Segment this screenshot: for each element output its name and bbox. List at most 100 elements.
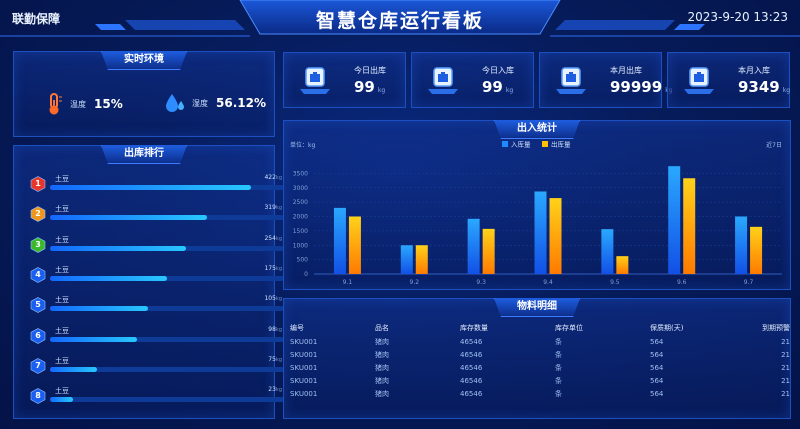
- y-tick-label: 2500: [293, 199, 308, 206]
- table-cell: 564: [650, 350, 664, 359]
- table-cell: 猪肉: [375, 337, 389, 346]
- stat-label: 本月入库: [738, 66, 770, 75]
- environment-panel: 实时环境 温度 15% 湿度 56.12%: [13, 51, 275, 137]
- humidity-reading: 湿度 56.12%: [164, 92, 266, 114]
- rank-number: 2: [35, 209, 41, 219]
- table-column-header: 品名: [375, 324, 389, 332]
- ranking-row: 1 土豆 422kg: [30, 174, 284, 200]
- table-column-header: 到期预警: [762, 324, 790, 332]
- rank-value-number: 105: [264, 295, 276, 303]
- rank-value-number: 75: [268, 355, 276, 363]
- rank-badge: 5: [30, 297, 46, 314]
- table-cell: SKU001: [290, 376, 318, 385]
- rank-value-unit: kg: [275, 265, 282, 272]
- rank-badge: 6: [30, 327, 46, 344]
- humidity-label: 湿度: [192, 98, 208, 108]
- warehouse-box-icon: [300, 67, 330, 94]
- rank-progress-fill: [50, 336, 137, 342]
- inbound-bar: [333, 207, 346, 274]
- stat-value: 99 kg: [482, 78, 513, 96]
- rank-item-value: 319kg: [264, 204, 282, 211]
- stat-card: 今日出库 99 kg: [283, 52, 406, 108]
- stat-value: 99 kg: [354, 78, 385, 96]
- stat-number: 99: [482, 78, 503, 96]
- table-cell: 21: [781, 376, 790, 385]
- rank-progress-fill: [50, 275, 167, 281]
- outbound-bar: [482, 228, 495, 274]
- y-tick-label: 3000: [293, 185, 308, 192]
- stat-number: 99999: [610, 78, 663, 96]
- rank-item-value: 254kg: [264, 235, 282, 242]
- table-cell: 564: [650, 376, 664, 385]
- temperature-reading: 温度 15%: [44, 92, 123, 116]
- table-row: SKU001 猪肉 46546 条 564 21: [290, 335, 790, 348]
- table-cell: 46546: [460, 363, 483, 372]
- table-row: SKU001 猪肉 46546 条 564 21: [290, 387, 790, 400]
- rank-badge: 4: [30, 267, 46, 283]
- rank-value-unit: kg: [275, 205, 282, 212]
- table-cell: 21: [781, 389, 790, 398]
- table-row: SKU001 猪肉 46546 条 564 21: [290, 348, 790, 361]
- table-column-header: 编号: [290, 324, 304, 332]
- rank-badge: 7: [30, 357, 46, 374]
- materials-panel: 物料明细 编号 品名 库存数量 库存单位 保质期(天) 到期预警 SKU001 猪肉 4654…: [283, 298, 791, 419]
- ranking-row: 3 土豆 254kg: [30, 235, 284, 261]
- rank-value-number: 254: [264, 234, 276, 242]
- rank-item-value: 98kg: [268, 326, 282, 333]
- rank-value-number: 319: [264, 204, 276, 212]
- outbound-bar: [750, 226, 763, 274]
- y-tick-label: 2000: [293, 214, 308, 221]
- table-cell: 猪肉: [375, 350, 389, 359]
- rank-item-name: 土豆: [55, 265, 69, 274]
- rank-value-number: 23: [268, 386, 276, 394]
- rank-item-name: 土豆: [55, 356, 69, 365]
- stat-label: 今日出库: [354, 66, 386, 75]
- legend-label: 入库量: [511, 140, 531, 149]
- rank-progress-fill: [50, 245, 186, 251]
- outbound-bar: [616, 256, 629, 274]
- warehouse-box-icon: [428, 67, 458, 94]
- warehouse-box-icon: [684, 67, 714, 94]
- rank-value-number: 422: [264, 174, 276, 181]
- rank-progress-track: [50, 215, 284, 221]
- rank-item-name: 土豆: [55, 175, 69, 183]
- stat-number: 9349: [738, 78, 780, 96]
- table-cell: 46546: [460, 389, 483, 398]
- y-tick-label: 0: [304, 271, 308, 278]
- materials-table-header: 编号 品名 库存数量 库存单位 保质期(天) 到期预警: [290, 321, 790, 335]
- inbound-bar: [467, 218, 480, 274]
- table-cell: 21: [781, 363, 790, 372]
- table-cell: 564: [650, 363, 664, 372]
- rank-number: 5: [35, 300, 41, 310]
- stat-value: 99999kg: [610, 78, 672, 96]
- droplet-icon: [166, 94, 184, 112]
- x-tick-label: 9.2: [410, 279, 420, 286]
- rank-item-name: 土豆: [55, 235, 69, 244]
- table-cell: 条: [555, 337, 562, 346]
- rank-badge: 1: [30, 176, 46, 192]
- outbound-bar: [683, 178, 696, 274]
- rank-progress-track: [50, 306, 284, 312]
- inbound-bar: [400, 245, 413, 274]
- outbound-bar: [549, 198, 562, 274]
- stat-card: 今日入库 99 kg: [411, 52, 534, 108]
- rank-progress-fill: [50, 306, 149, 312]
- rank-progress-track: [50, 245, 284, 251]
- y-tick-label: 1000: [293, 242, 308, 249]
- rank-value-unit: kg: [275, 387, 282, 394]
- inbound-bar: [735, 216, 748, 274]
- rank-value-unit: kg: [275, 326, 282, 333]
- stat-number: 99: [354, 78, 375, 96]
- table-cell: 564: [650, 337, 664, 346]
- rank-badge: 2: [30, 206, 46, 223]
- rank-value-number: 175: [264, 264, 276, 272]
- table-column-header: 库存单位: [555, 324, 583, 332]
- outbound-bar: [415, 245, 428, 274]
- materials-panel-title: 物料明细: [494, 298, 580, 317]
- table-cell: 46546: [460, 350, 483, 359]
- x-tick-label: 9.6: [677, 279, 687, 286]
- x-tick-label: 9.5: [610, 279, 620, 286]
- table-row: SKU001 猪肉 46546 条 564 21: [290, 361, 790, 374]
- rank-progress-fill: [50, 215, 207, 221]
- table-column-header: 库存数量: [460, 324, 488, 332]
